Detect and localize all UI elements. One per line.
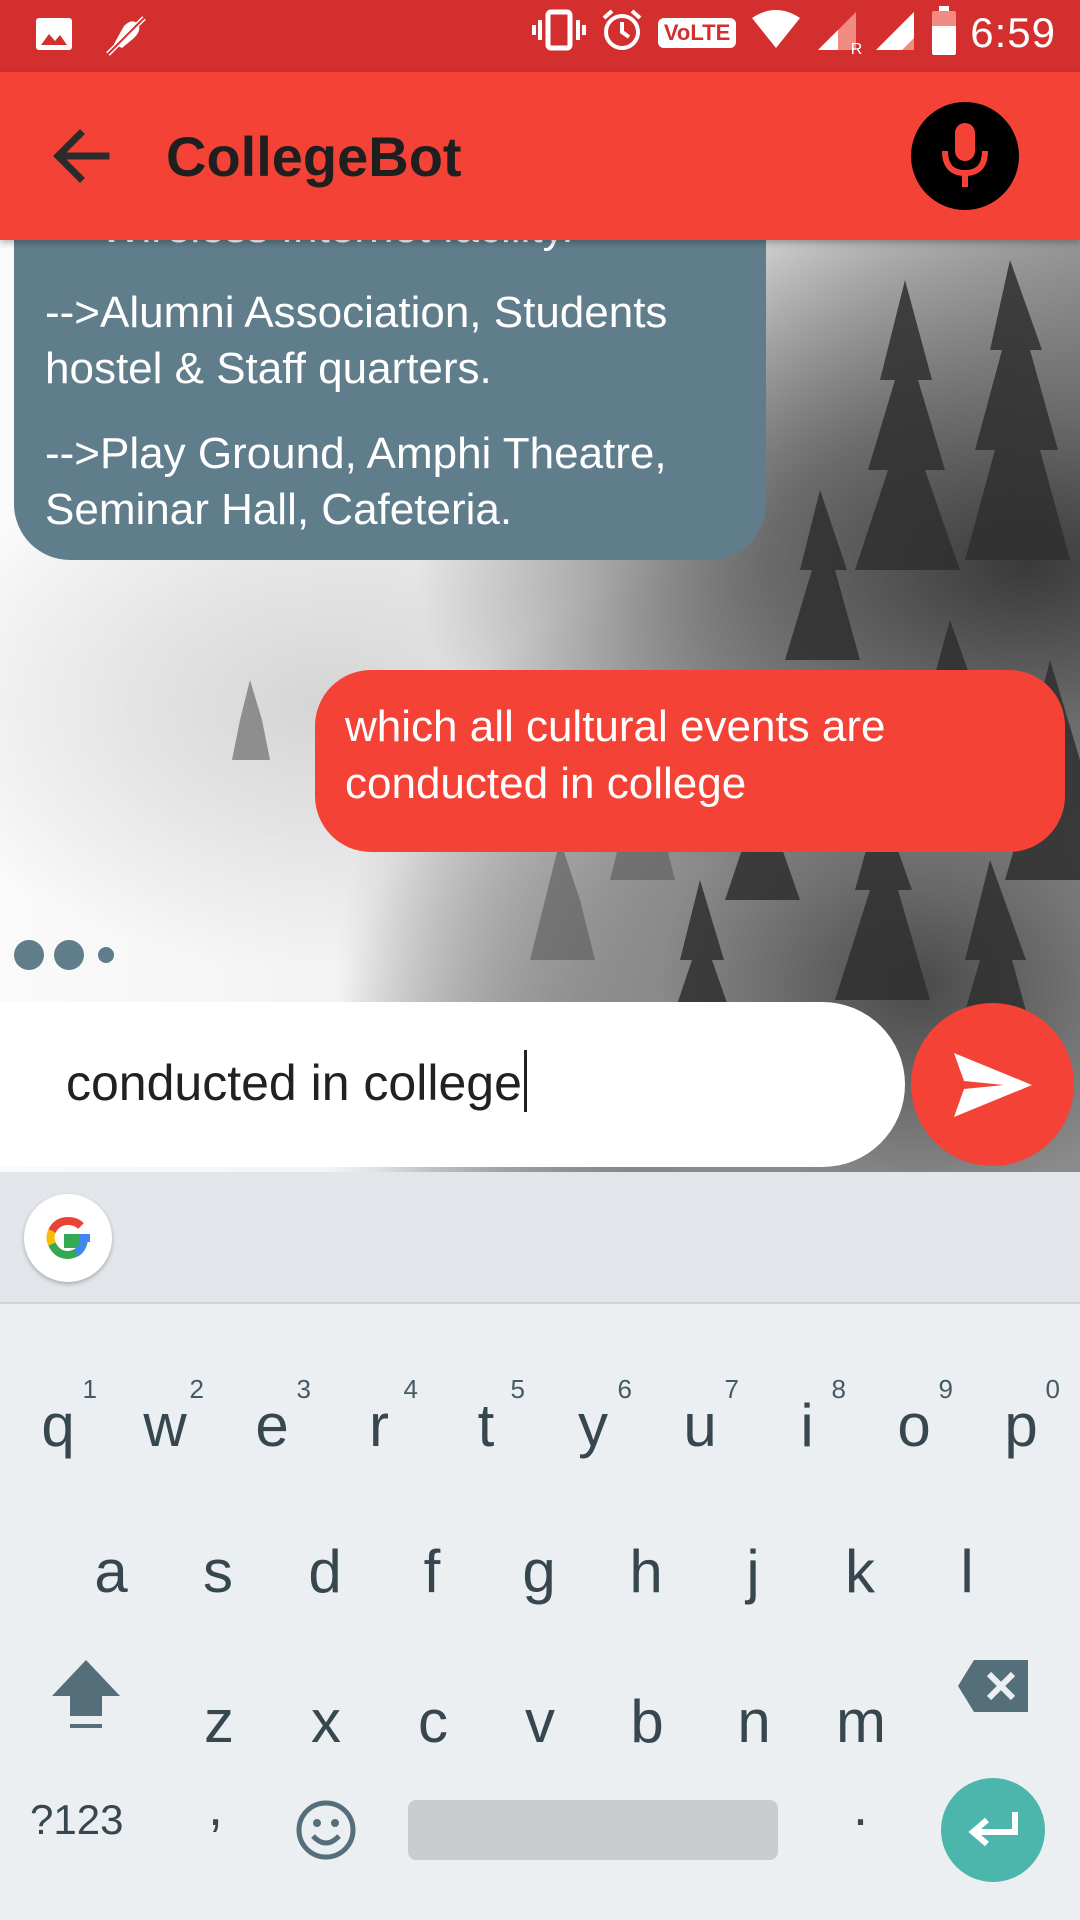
key-o[interactable]: o9 [861,1366,967,1486]
bot-message-bubble: -->Wireless Internet facility. -->Alumni… [14,240,766,560]
key-g[interactable]: g [486,1512,592,1632]
alarm-icon [600,8,644,57]
typing-dot [98,947,114,963]
send-button[interactable] [911,1003,1074,1166]
key-v[interactable]: v [487,1662,593,1782]
key-z[interactable]: z [166,1662,272,1782]
user-message-bubble: which all cultural events are conducted … [315,670,1065,852]
key-p[interactable]: p0 [968,1366,1074,1486]
status-bar: VoLTE R 6:59 [0,0,1080,72]
enter-icon [968,1812,1018,1847]
key-label: i [800,1392,814,1459]
google-icon [46,1216,90,1260]
google-button[interactable] [24,1194,112,1282]
key-l[interactable]: l [914,1512,1020,1632]
wifi-icon [750,8,802,57]
key-i[interactable]: i8 [754,1366,860,1486]
space-key[interactable] [408,1800,778,1860]
emoji-key[interactable] [294,1798,358,1862]
key-hint: 4 [403,1374,418,1404]
enter-key[interactable] [941,1778,1045,1882]
shift-icon [52,1660,120,1728]
message-input[interactable]: conducted in college [0,1002,905,1167]
key-hint: 1 [82,1374,97,1404]
key-m[interactable]: m [808,1662,914,1782]
send-icon [953,1052,1032,1117]
key-hint: 5 [510,1374,525,1404]
roaming-label: R [850,41,863,58]
comma-key[interactable]: , [208,1776,223,1838]
key-label: t [477,1392,495,1459]
key-u[interactable]: u7 [647,1366,753,1486]
backspace-key[interactable] [956,1656,1032,1716]
key-label: o [897,1392,931,1459]
key-label: q [41,1392,75,1459]
typing-dot [14,940,44,970]
key-hint: 7 [724,1374,739,1404]
bot-message-line: Seminar Hall, Cafeteria. [45,485,513,534]
app-bar: CollegeBot [0,72,1080,240]
key-d[interactable]: d [272,1512,378,1632]
key-j[interactable]: j [700,1512,806,1632]
key-hint: 8 [831,1374,846,1404]
symbols-key[interactable]: ?123 [30,1796,123,1844]
text-caret [523,1050,527,1112]
image-icon [34,14,74,63]
bot-message-line: hostel & Staff quarters. [45,344,492,393]
typing-dot [54,940,84,970]
backspace-icon [958,1660,1028,1712]
mic-icon [942,123,988,187]
signal-icon: R [816,8,863,58]
key-k[interactable]: k [807,1512,913,1632]
key-label: p [1004,1392,1038,1459]
period-key[interactable]: . [853,1776,868,1838]
key-a[interactable]: a [58,1512,164,1632]
key-n[interactable]: n [701,1662,807,1782]
volte-badge: VoLTE [657,17,737,48]
key-w[interactable]: w2 [112,1366,218,1486]
keyboard: q1w2e3r4t5y6u7i8o9p0 asdfghjkl zxcvbnm ?… [0,1172,1080,1920]
message-input-text[interactable]: conducted in college [66,1048,527,1118]
key-label: y [578,1392,608,1459]
mute-icon [102,14,150,63]
key-e[interactable]: e3 [219,1366,325,1486]
key-q[interactable]: q1 [5,1366,111,1486]
back-button[interactable] [44,118,120,194]
shift-key[interactable] [48,1656,124,1736]
key-label: u [683,1392,717,1459]
battery-icon [932,5,957,55]
key-y[interactable]: y6 [540,1366,646,1486]
key-h[interactable]: h [593,1512,699,1632]
vibrate-icon [531,8,586,57]
emoji-icon [296,1800,356,1860]
status-time: 6:59 [970,8,1056,56]
mic-button[interactable] [911,102,1019,210]
key-x[interactable]: x [273,1662,379,1782]
key-label: e [255,1392,289,1459]
bot-message-line: -->Wireless Internet facility. [45,240,574,256]
arrow-left-icon [53,129,110,183]
key-hint: 2 [189,1374,204,1404]
key-t[interactable]: t5 [433,1366,539,1486]
key-s[interactable]: s [165,1512,271,1632]
key-label: w [143,1392,187,1459]
bot-message-line: -->Play Ground, Amphi Theatre, [45,429,667,478]
message-input-value: conducted in college [66,1055,522,1111]
bot-message-line: -->Alumni Association, Students [45,288,668,337]
key-hint: 3 [296,1374,311,1404]
key-hint: 6 [617,1374,632,1404]
app-title: CollegeBot [166,125,462,188]
key-f[interactable]: f [379,1512,485,1632]
key-hint: 0 [1045,1374,1060,1404]
signal-icon-2 [874,8,918,57]
key-r[interactable]: r4 [326,1366,432,1486]
key-label: r [369,1392,389,1459]
keyboard-toolbar [0,1172,1080,1304]
key-c[interactable]: c [380,1662,486,1782]
key-b[interactable]: b [594,1662,700,1782]
typing-indicator [14,940,114,970]
key-hint: 9 [938,1374,953,1404]
